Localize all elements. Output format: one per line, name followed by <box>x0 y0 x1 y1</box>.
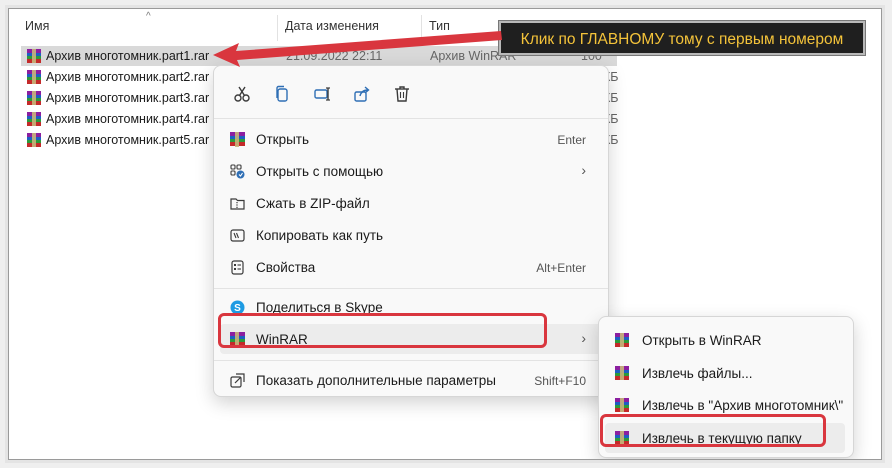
submenu-item-extract-files[interactable]: Извлечь файлы... <box>605 358 845 388</box>
menu-item-label: Показать дополнительные параметры <box>256 373 496 388</box>
menu-item-label: Копировать как путь <box>256 228 384 243</box>
copy-path-icon <box>230 229 245 242</box>
winrar-icon <box>615 333 629 347</box>
chevron-right-icon: › <box>581 162 586 178</box>
submenu-item-label: Извлечь в "Архив многотомник\" <box>642 398 844 413</box>
submenu-item-label: Извлечь файлы... <box>642 366 753 381</box>
winrar-icon <box>615 366 629 380</box>
zip-icon <box>230 198 245 210</box>
callout-arrow-icon <box>213 31 502 67</box>
winrar-file-icon <box>27 133 41 147</box>
submenu-item-open-in-winrar[interactable]: Открыть в WinRAR <box>605 325 845 355</box>
menu-item-open-with[interactable]: Открыть с помощью › <box>220 156 602 186</box>
menu-separator <box>214 288 608 289</box>
explorer-window: ^ Имя Дата изменения Тип Архив многотомн… <box>8 8 882 460</box>
menu-item-zip[interactable]: Сжать в ZIP-файл <box>220 188 602 218</box>
file-name: Архив многотомник.part3.rar <box>46 91 210 105</box>
winrar-highlight-outline <box>218 313 547 348</box>
menu-item-properties[interactable]: Свойства Alt+Enter <box>220 252 602 282</box>
menu-item-shortcut: Alt+Enter <box>536 261 586 275</box>
chevron-right-icon: › <box>581 330 586 346</box>
winrar-file-icon <box>27 112 41 126</box>
file-name: Архив многотомник.part4.rar <box>46 112 210 126</box>
extract-here-highlight-outline <box>600 414 826 447</box>
winrar-icon <box>615 398 629 412</box>
properties-icon <box>231 260 244 275</box>
menu-separator <box>214 118 608 119</box>
menu-item-label: Сжать в ZIP-файл <box>256 196 370 211</box>
open-with-icon <box>230 164 245 179</box>
winrar-icon <box>230 132 245 147</box>
menu-item-open[interactable]: Открыть Enter <box>220 124 602 154</box>
menu-item-shortcut: Shift+F10 <box>534 374 586 388</box>
menu-item-label: Открыть <box>256 132 310 147</box>
menu-item-more-options[interactable]: Показать дополнительные параметры Shift+… <box>220 365 602 395</box>
more-options-icon <box>230 373 245 388</box>
menu-item-label: Свойства <box>256 260 316 275</box>
menu-item-copy-path[interactable]: Копировать как путь <box>220 220 602 250</box>
winrar-file-icon <box>27 91 41 105</box>
menu-separator <box>214 360 608 361</box>
submenu-item-label: Открыть в WinRAR <box>642 333 762 348</box>
file-name: Архив многотомник.part5.rar <box>46 133 210 147</box>
menu-item-shortcut: Enter <box>557 133 586 147</box>
menu-item-label: Открыть с помощью <box>256 164 384 179</box>
